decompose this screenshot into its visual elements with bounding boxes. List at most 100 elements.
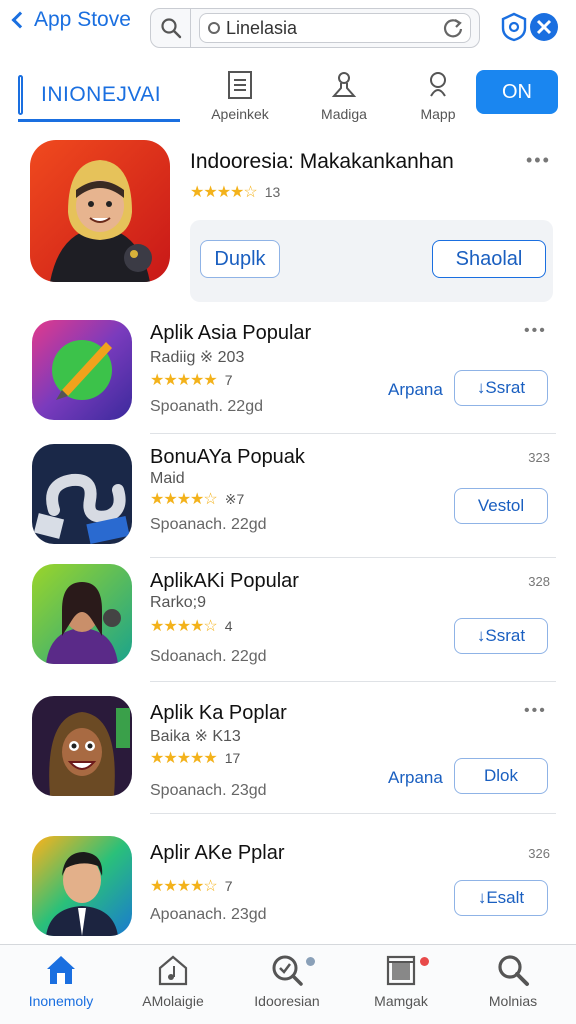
music-house-icon <box>158 955 188 986</box>
notification-badge <box>306 957 315 966</box>
featured-app-icon[interactable] <box>30 140 170 282</box>
star-rating: ★★★★★ <box>150 750 218 767</box>
segment-madiga[interactable]: Madiga <box>304 70 384 122</box>
segment-label: Apeinkek <box>211 106 269 122</box>
install-button[interactable]: Vestol <box>454 488 548 524</box>
app-count: 323 <box>528 450 550 465</box>
app-meta: Apoanach. 23gd <box>150 906 267 923</box>
rating-count: 7 <box>224 878 233 894</box>
refresh-icon[interactable] <box>442 17 464 39</box>
more-icon[interactable]: ••• <box>526 150 551 171</box>
app-icon[interactable] <box>32 696 132 796</box>
home-icon <box>47 956 75 984</box>
app-meta: Spoanath. 22gd <box>150 398 263 415</box>
app-icon[interactable] <box>32 564 132 664</box>
star-rating: ★★★★☆ <box>150 491 218 508</box>
tab-amolaigie[interactable]: AMolaigie <box>118 953 228 1009</box>
rating-count: 17 <box>224 750 241 766</box>
more-icon[interactable]: ••• <box>524 322 547 340</box>
app-icon[interactable] <box>32 320 132 420</box>
app-meta: Spoanach. 22gd <box>150 516 267 533</box>
back-button[interactable]: App Stove <box>10 8 131 32</box>
divider <box>150 813 556 814</box>
notification-badge <box>420 957 429 966</box>
tab-label: Idooresian <box>254 993 320 1009</box>
radio-icon <box>208 22 220 34</box>
map-pin-icon <box>430 72 446 97</box>
install-button[interactable]: ↓Ssrat <box>454 370 548 406</box>
app-rating: ★★★★☆ 7 <box>150 876 233 896</box>
app-icon[interactable] <box>32 444 132 544</box>
star-rating: ★★★★☆ <box>150 618 218 635</box>
tab-label: Mamgak <box>374 993 428 1009</box>
install-button[interactable]: ↓Ssrat <box>454 618 548 654</box>
tab-bar: Inonemoly AMolaigie Idooresian Mamgak Mo… <box>0 944 576 1024</box>
featured-title: Indooresia: Makakankanhan <box>190 150 454 173</box>
chevron-left-icon <box>11 11 29 29</box>
app-title: Aplik Asia Popular <box>150 322 312 344</box>
app-subtitle: Rarko;9 <box>150 594 207 611</box>
app-title: Aplir AKe Pplar <box>150 842 285 864</box>
tab-mamgak[interactable]: Mamgak <box>346 953 456 1009</box>
featured-actions: Duplk Shaolal <box>190 220 553 302</box>
search-badge-icon <box>272 955 303 986</box>
more-icon[interactable]: ••• <box>524 702 547 720</box>
segment-label: Madiga <box>321 106 367 122</box>
star-rating: ★★★★☆ <box>150 878 218 895</box>
app-subtitle: Baika ※ K13 <box>150 728 241 745</box>
segment-indicator <box>18 74 23 115</box>
list-item[interactable]: AplikAKi Popular 328 Rarko;9 ★★★★☆ 4 Sdoa… <box>0 558 576 682</box>
tab-idooresian[interactable]: Idooresian <box>232 953 342 1009</box>
star-rating: ★★★★☆ <box>190 184 258 201</box>
app-count: 328 <box>528 574 550 589</box>
app-meta: Spoanach. 23gd <box>150 782 267 799</box>
rating-count: 13 <box>264 184 281 200</box>
list-item[interactable]: Aplir AKe Pplar 326 ★★★★☆ 7 Apoanach. 23g… <box>0 830 576 954</box>
header: App Stove <box>0 0 576 56</box>
app-rating: ★★★★★ 17 <box>150 748 240 768</box>
install-button[interactable]: ↓Esalt <box>454 880 548 916</box>
on-button[interactable]: ON <box>476 70 558 114</box>
app-meta: Sdoanach. 22gd <box>150 648 267 665</box>
search-icon[interactable] <box>151 9 191 47</box>
rating-count: ※7 <box>224 490 245 507</box>
tab-label: Inonemoly <box>28 993 94 1009</box>
tab-molnias[interactable]: Molnias <box>458 953 568 1009</box>
app-subtitle: Maid <box>150 470 185 487</box>
rating-count: 7 <box>224 372 233 388</box>
duplk-button[interactable]: Duplk <box>200 240 280 278</box>
app-rating: ★★★★☆ 4 <box>150 616 233 636</box>
app-title: AplikAKi Popular <box>150 570 299 592</box>
shaolal-button[interactable]: Shaolal <box>432 240 546 278</box>
back-label: App Stove <box>34 8 131 31</box>
search-input[interactable] <box>226 17 436 39</box>
app-link[interactable]: Arpana <box>388 768 443 788</box>
app-subtitle: Radiig ※ 203 <box>150 349 245 366</box>
divider <box>150 681 556 682</box>
flask-icon <box>331 72 357 97</box>
tab-label: AMolaigie <box>142 993 204 1009</box>
featured-app: Indooresia: Makakankanhan ••• ★★★★☆ 13 D… <box>0 140 576 308</box>
list-item[interactable]: Aplik Asia Popular ••• Radiig ※ 203 ★★★★… <box>0 310 576 434</box>
search-field[interactable] <box>199 13 471 43</box>
app-icon[interactable] <box>32 836 132 936</box>
segment-active[interactable]: INIONEJVAI <box>18 70 180 122</box>
segment-mapp[interactable]: Mapp <box>398 70 478 122</box>
list-item[interactable]: BonuAYa Popuak 323 Maid ★★★★☆ ※7 Spoanach… <box>0 434 576 558</box>
app-rating: ★★★★☆ ※7 <box>150 489 244 509</box>
tab-label: Molnias <box>488 993 538 1009</box>
app-count: 326 <box>528 846 550 861</box>
app-link[interactable]: Arpana <box>388 380 443 400</box>
tools-icon[interactable] <box>528 11 560 43</box>
app-title: BonuAYa Popuak <box>150 446 305 468</box>
segment-apeinkek[interactable]: Apeinkek <box>200 70 280 122</box>
document-icon <box>228 71 252 99</box>
tab-inonemoly[interactable]: Inonemoly <box>6 953 116 1009</box>
list-item[interactable]: Aplik Ka Poplar ••• Baika ※ K13 ★★★★★ 17 … <box>0 690 576 814</box>
download-button[interactable]: Dlok <box>454 758 548 794</box>
shield-gear-icon[interactable] <box>498 11 530 43</box>
star-rating: ★★★★★ <box>150 372 218 389</box>
search-icon <box>498 955 529 986</box>
app-title: Aplik Ka Poplar <box>150 702 287 724</box>
segment-bar: INIONEJVAI Apeinkek Madiga Mapp ON <box>0 66 576 128</box>
